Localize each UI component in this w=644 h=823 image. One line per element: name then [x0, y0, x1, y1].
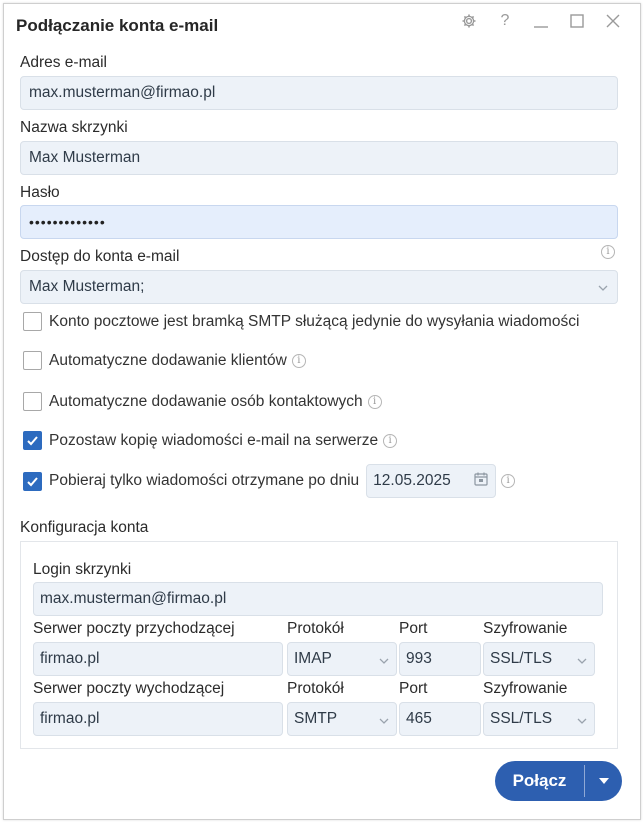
email-value: max.musterman@firmao.pl [29, 84, 216, 101]
outgoing-server-value: firmao.pl [40, 710, 100, 727]
connect-split-button: Połącz [495, 761, 622, 801]
option-smtp-only: Konto pocztowe jest bramką SMTP służącą … [23, 312, 579, 331]
incoming-server-value: firmao.pl [40, 650, 100, 667]
incoming-protocol-value: IMAP [294, 650, 332, 667]
mailbox-name-label: Nazwa skrzynki [20, 119, 128, 136]
outgoing-port-label: Port [399, 680, 428, 697]
outgoing-protocol-value: SMTP [294, 710, 338, 727]
outgoing-server-field[interactable]: firmao.pl [33, 702, 283, 736]
outgoing-protocol-label: Protokół [287, 680, 344, 697]
option-keep-copy: Pozostaw kopię wiadomości e-mail na serw… [23, 431, 398, 450]
auto-clients-checkbox[interactable] [23, 351, 42, 370]
outgoing-encryption-value: SSL/TLS [490, 710, 553, 727]
chevron-down-icon [576, 714, 588, 732]
fetch-after-date-input[interactable]: 12.05.2025 [366, 464, 497, 498]
chevron-down-icon [597, 281, 609, 299]
password-label: Hasło [20, 184, 60, 201]
info-icon[interactable]: i [601, 245, 615, 259]
outgoing-server-label: Serwer poczty wychodzącej [33, 680, 225, 697]
access-label: Dostęp do konta e-mail [20, 248, 180, 265]
maximize-icon[interactable] [568, 12, 586, 30]
dialog-title: Podłączanie konta e-mail [16, 16, 219, 35]
info-icon[interactable]: i [501, 474, 516, 488]
email-field[interactable]: max.musterman@firmao.pl [20, 76, 618, 110]
outgoing-encryption-select[interactable]: SSL/TLS [483, 702, 595, 736]
password-field[interactable]: ••••••••••••• [20, 205, 618, 239]
keep-copy-checkbox[interactable] [23, 431, 42, 450]
close-icon[interactable] [604, 12, 622, 30]
auto-contacts-label: Automatyczne dodawanie osób kontaktowych [49, 392, 363, 410]
option-fetch-after: Pobieraj tylko wiadomości otrzymane po d… [23, 464, 516, 498]
email-label: Adres e-mail [20, 54, 107, 71]
info-icon[interactable]: i [367, 394, 382, 409]
incoming-server-field[interactable]: firmao.pl [33, 642, 283, 676]
mailbox-name-value: Max Musterman [29, 149, 141, 166]
keep-copy-label: Pozostaw kopię wiadomości e-mail na serw… [49, 431, 379, 449]
fetch-after-label: Pobieraj tylko wiadomości otrzymane po d… [49, 472, 360, 489]
info-icon[interactable]: i [383, 433, 398, 448]
chevron-down-icon [576, 654, 588, 672]
outgoing-port-value: 465 [406, 710, 432, 727]
chevron-down-icon [378, 714, 390, 732]
outgoing-protocol-select[interactable]: SMTP [287, 702, 397, 736]
outgoing-port-field[interactable]: 465 [399, 702, 481, 736]
smtp-only-label: Konto pocztowe jest bramką SMTP służącą … [49, 312, 580, 330]
access-select[interactable]: Max Musterman; [20, 270, 618, 304]
config-group: Login skrzynki max.musterman@firmao.pl S… [20, 541, 618, 749]
minimize-icon[interactable] [532, 12, 550, 30]
caret-down-icon [598, 778, 609, 784]
incoming-protocol-label: Protokół [287, 620, 344, 637]
option-auto-contacts: Automatyczne dodawanie osób kontaktowych… [23, 392, 382, 411]
gear-icon[interactable] [460, 12, 478, 30]
access-value: Max Musterman; [29, 278, 145, 295]
calendar-icon[interactable] [473, 471, 489, 492]
fetch-after-checkbox[interactable] [23, 471, 42, 491]
email-account-dialog: Podłączanie konta e-mail ? Adres e-mail … [3, 3, 641, 820]
mailbox-name-field[interactable]: Max Musterman [20, 141, 618, 175]
checkmark-icon [27, 476, 38, 486]
smtp-only-checkbox[interactable] [23, 312, 42, 331]
help-icon[interactable]: ? [496, 12, 514, 30]
checkmark-icon [27, 436, 38, 446]
fetch-after-date-value: 12.05.2025 [373, 472, 451, 489]
auto-clients-label: Automatyczne dodawanie klientów [49, 351, 287, 369]
incoming-port-label: Port [399, 620, 428, 637]
login-value: max.musterman@firmao.pl [40, 590, 227, 607]
info-icon[interactable]: i [291, 353, 306, 368]
incoming-port-field[interactable]: 993 [399, 642, 481, 676]
outgoing-encryption-label: Szyfrowanie [483, 680, 568, 697]
connect-button[interactable]: Połącz [495, 761, 584, 801]
auto-contacts-checkbox[interactable] [23, 392, 42, 411]
incoming-encryption-value: SSL/TLS [490, 650, 553, 667]
chevron-down-icon [378, 654, 390, 672]
window-controls: ? [460, 12, 622, 30]
connect-dropdown-button[interactable] [585, 761, 622, 801]
incoming-encryption-label: Szyfrowanie [483, 620, 568, 637]
incoming-server-label: Serwer poczty przychodzącej [33, 620, 235, 637]
login-field[interactable]: max.musterman@firmao.pl [33, 582, 603, 616]
login-label: Login skrzynki [33, 561, 132, 578]
incoming-port-value: 993 [406, 650, 432, 667]
password-value: ••••••••••••• [29, 214, 106, 230]
option-auto-clients: Automatyczne dodawanie klientów i [23, 351, 306, 370]
incoming-protocol-select[interactable]: IMAP [287, 642, 397, 676]
config-section-label: Konfiguracja konta [20, 519, 149, 536]
incoming-encryption-select[interactable]: SSL/TLS [483, 642, 595, 676]
